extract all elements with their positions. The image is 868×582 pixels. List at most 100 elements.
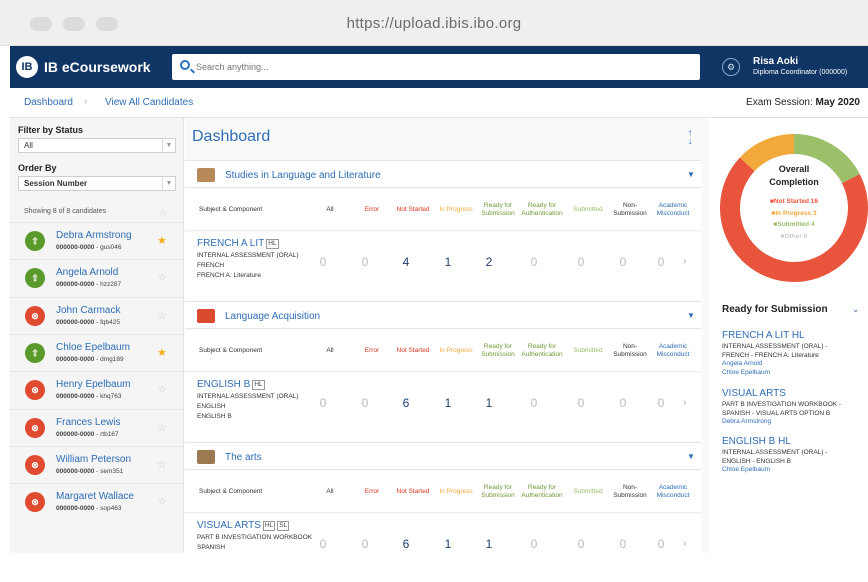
- dashboard-main: Dashboard ↑ ↓ Studies in Language and Lit…: [185, 118, 709, 582]
- app-name[interactable]: IB eCoursework: [44, 59, 151, 75]
- subject-row[interactable]: VISUAL ARTS HL SL PART B INVESTIGATION WORK…: [185, 514, 701, 582]
- submission-candidate-link[interactable]: Chloe Epelbaum: [722, 369, 770, 376]
- candidate-name[interactable]: Margaret Wallace: [56, 491, 134, 502]
- chevron-down-icon[interactable]: ▼: [687, 452, 695, 461]
- status-count[interactable]: 0: [355, 255, 375, 269]
- status-count[interactable]: 1: [479, 537, 499, 551]
- collapse-all-icon[interactable]: ↑ ↓: [685, 129, 695, 148]
- star-icon[interactable]: ☆: [157, 309, 167, 322]
- chevron-right-icon[interactable]: ›: [683, 538, 686, 549]
- submission-subject[interactable]: VISUAL ARTS: [722, 388, 786, 399]
- status-count[interactable]: 0: [524, 396, 544, 410]
- order-by-select[interactable]: Session Number ▼: [18, 176, 176, 191]
- section-title[interactable]: Language Acquisition: [225, 311, 320, 322]
- donut-slice-in-progress[interactable]: [739, 134, 795, 172]
- subject-title[interactable]: VISUAL ARTS HL SL: [197, 520, 290, 531]
- status-count[interactable]: 0: [355, 396, 375, 410]
- col-acad[interactable]: Academic Misconduct: [645, 202, 701, 218]
- address-bar[interactable]: https://upload.ibis.ibo.org: [0, 15, 868, 32]
- chevron-right-icon[interactable]: ›: [683, 397, 686, 408]
- star-icon[interactable]: ☆: [157, 271, 167, 284]
- status-count[interactable]: 0: [355, 537, 375, 551]
- section-title[interactable]: Studies in Language and Literature: [225, 170, 381, 181]
- subject-row[interactable]: FRENCH A LIT HL INTERNAL ASSESSMENT (ORAL)…: [185, 232, 701, 300]
- star-icon[interactable]: ★: [157, 234, 167, 247]
- exam-session-value[interactable]: May 2020: [816, 97, 860, 108]
- status-count[interactable]: 2: [479, 255, 499, 269]
- breadcrumb-dashboard[interactable]: Dashboard: [24, 97, 73, 108]
- status-count[interactable]: 1: [438, 537, 458, 551]
- col-subject: Subject & Component: [199, 347, 263, 354]
- status-count[interactable]: 0: [524, 537, 544, 551]
- chevron-down-icon[interactable]: ⌄: [852, 304, 860, 315]
- section-header[interactable]: The arts ▼: [185, 442, 701, 470]
- status-count[interactable]: 6: [396, 396, 416, 410]
- col-acad[interactable]: Academic Misconduct: [645, 343, 701, 359]
- search-bar[interactable]: [172, 54, 700, 80]
- filter-status-select[interactable]: All ▼: [18, 138, 176, 153]
- chevron-down-icon[interactable]: ▼: [687, 170, 695, 179]
- status-count[interactable]: 0: [613, 537, 633, 551]
- status-count[interactable]: 0: [571, 396, 591, 410]
- status-count[interactable]: 6: [396, 537, 416, 551]
- section-header[interactable]: Studies in Language and Literature ▼: [185, 160, 701, 188]
- candidate-row[interactable]: ⇧ Chloe Epelbaum 000000-0000 - dmg189 ★: [10, 333, 184, 371]
- chevron-down-icon[interactable]: ▼: [687, 311, 695, 320]
- submission-candidate-link[interactable]: Angela Arnold: [722, 360, 762, 367]
- candidate-name[interactable]: Henry Epelbaum: [56, 379, 130, 390]
- submission-candidate-link[interactable]: Debra Armstrong: [722, 418, 771, 425]
- submission-subject[interactable]: ENGLISH B HL: [722, 436, 791, 447]
- status-count[interactable]: 1: [438, 396, 458, 410]
- legend-item[interactable]: ■Submitted 4: [716, 221, 868, 228]
- user-name[interactable]: Risa Aoki: [753, 56, 798, 67]
- legend-item[interactable]: ■Other 0: [716, 233, 868, 240]
- star-icon[interactable]: ☆: [157, 383, 167, 396]
- candidate-row[interactable]: ⊗ William Peterson 000000-0000 - sem351 ☆: [10, 445, 184, 483]
- status-count[interactable]: 0: [613, 396, 633, 410]
- star-icon[interactable]: ★: [157, 346, 167, 359]
- candidate-name[interactable]: Angela Arnold: [56, 267, 118, 278]
- subject-row[interactable]: ENGLISH B HL INTERNAL ASSESSMENT (ORAL) ENG…: [185, 373, 701, 441]
- star-icon[interactable]: ☆: [157, 421, 167, 434]
- status-count[interactable]: 0: [571, 537, 591, 551]
- candidate-row[interactable]: ⊗ Henry Epelbaum 000000-0000 - khq763 ☆: [10, 371, 184, 408]
- subject-title[interactable]: FRENCH A LIT HL: [197, 238, 279, 249]
- status-count[interactable]: 0: [313, 396, 333, 410]
- candidate-row[interactable]: ⊗ John Carmack 000000-0000 - fqb425 ☆: [10, 296, 184, 334]
- candidate-name[interactable]: Debra Armstrong: [56, 230, 132, 241]
- col-acad[interactable]: Academic Misconduct: [645, 484, 701, 500]
- status-count[interactable]: 0: [651, 255, 671, 269]
- candidate-row[interactable]: ⊗ Frances Lewis 000000-0000 - rtb167 ☆: [10, 408, 184, 446]
- section-title[interactable]: The arts: [225, 452, 262, 463]
- star-icon[interactable]: ☆: [157, 495, 167, 508]
- candidate-row[interactable]: ⇧ Angela Arnold 000000-0000 - hzz287 ☆: [10, 259, 184, 296]
- candidate-row[interactable]: ⇧ Debra Armstrong 000000-0000 - gus046 ★: [10, 222, 184, 259]
- candidate-row[interactable]: ⊗ Margaret Wallace 000000-0000 - sop463 ☆: [10, 483, 184, 520]
- breadcrumb-view-all[interactable]: View All Candidates: [105, 97, 193, 108]
- submission-subject[interactable]: FRENCH A LIT HL: [722, 330, 805, 341]
- status-count[interactable]: 0: [313, 255, 333, 269]
- status-count[interactable]: 0: [651, 537, 671, 551]
- status-count[interactable]: 0: [613, 255, 633, 269]
- star-filter-icon[interactable]: ☆: [158, 206, 168, 219]
- chevron-right-icon[interactable]: ›: [683, 256, 686, 267]
- status-count[interactable]: 0: [651, 396, 671, 410]
- subject-title[interactable]: ENGLISH B HL: [197, 379, 265, 390]
- candidate-name[interactable]: John Carmack: [56, 305, 120, 316]
- status-count[interactable]: 0: [571, 255, 591, 269]
- candidate-name[interactable]: Chloe Epelbaum: [56, 342, 130, 353]
- status-count[interactable]: 0: [524, 255, 544, 269]
- status-count[interactable]: 1: [479, 396, 499, 410]
- search-input[interactable]: [196, 54, 696, 80]
- status-count[interactable]: 1: [438, 255, 458, 269]
- star-icon[interactable]: ☆: [157, 458, 167, 471]
- section-header[interactable]: Language Acquisition ▼: [185, 301, 701, 329]
- user-settings-icon[interactable]: ⚙: [722, 58, 740, 76]
- status-count[interactable]: 0: [313, 537, 333, 551]
- candidate-name[interactable]: Frances Lewis: [56, 417, 120, 428]
- status-count[interactable]: 4: [396, 255, 416, 269]
- legend-item[interactable]: ■In Progress 3: [716, 210, 868, 217]
- candidate-name[interactable]: William Peterson: [56, 454, 131, 465]
- submission-candidate-link[interactable]: Chloe Epelbaum: [722, 466, 770, 473]
- legend-item[interactable]: ■Not Started 16: [716, 198, 868, 205]
